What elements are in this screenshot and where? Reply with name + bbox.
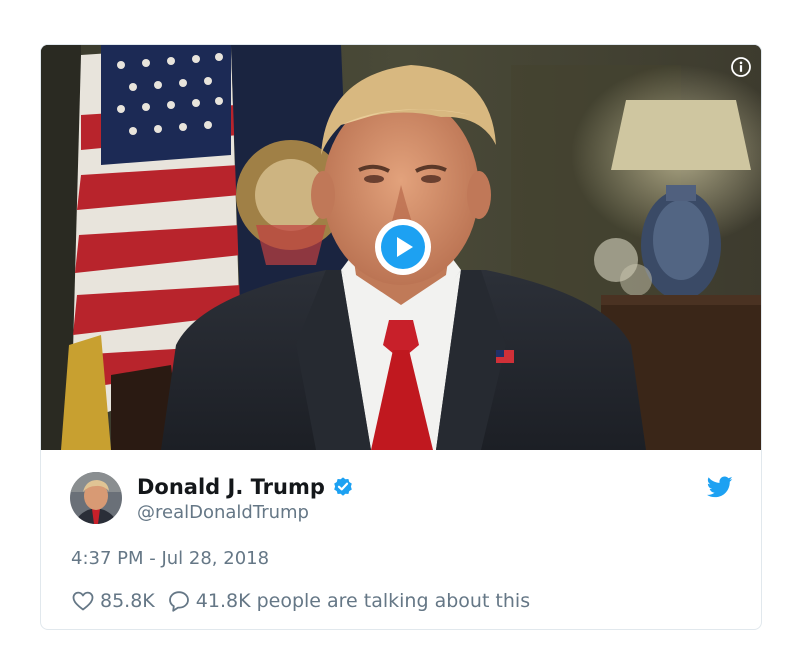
author-handle[interactable]: @realDonaldTrump [137,502,354,523]
video-thumbnail[interactable] [41,45,761,450]
name-row: Donald J. Trump [137,474,354,500]
tweet-actions: 85.8K 41.8K people are talking about thi… [71,589,530,613]
tweet-body: Donald J. Trump @realDonaldTrump 4:37 PM… [41,450,761,629]
verified-badge-icon [334,477,352,496]
play-icon [375,219,431,275]
author-display-name[interactable]: Donald J. Trump [137,475,325,499]
like-button[interactable]: 85.8K [71,589,155,613]
tweet-embed-card[interactable]: Donald J. Trump @realDonaldTrump 4:37 PM… [40,44,762,630]
conversation-button[interactable]: 41.8K people are talking about this [167,589,530,613]
like-count: 85.8K [100,590,155,612]
tweet-timestamp[interactable]: 4:37 PM - Jul 28, 2018 [71,548,269,569]
info-icon[interactable] [731,57,751,77]
avatar[interactable] [70,472,122,524]
heart-icon [72,591,94,611]
conversation-text: 41.8K people are talking about this [195,590,531,612]
twitter-bird-icon[interactable] [707,474,733,500]
speech-bubble-icon [168,591,189,612]
author-info: Donald J. Trump @realDonaldTrump [137,474,354,523]
play-button[interactable] [375,219,431,275]
